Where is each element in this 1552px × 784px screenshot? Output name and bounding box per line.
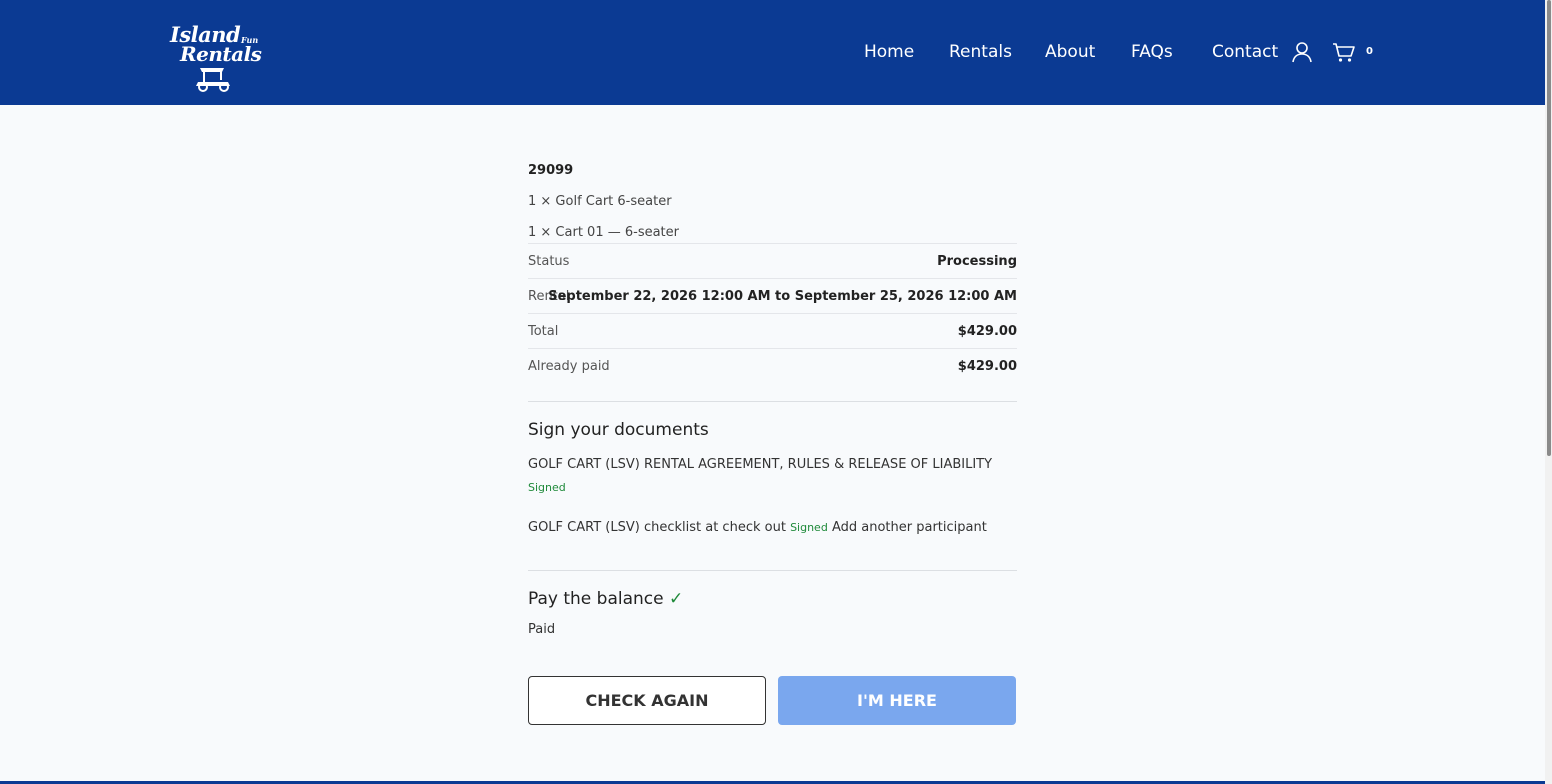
user-icon[interactable] (1291, 41, 1313, 63)
nav-rentals[interactable]: Rentals (949, 42, 1012, 62)
checkmark-icon: ✓ (669, 589, 684, 609)
nav-home[interactable]: Home (864, 42, 914, 62)
golf-cart-icon (196, 68, 230, 92)
section-divider (528, 570, 1017, 571)
payment-status: Paid (528, 622, 556, 637)
detail-row-total: Total $429.00 (528, 313, 1017, 348)
site-logo[interactable]: Island Fun Rentals (166, 22, 262, 94)
document-name: GOLF CART (LSV) RENTAL AGREEMENT, RULES … (528, 457, 993, 472)
logo-text-line2: Rentals (180, 42, 262, 66)
detail-row-status: Status Processing (528, 243, 1017, 278)
line-item: 1 × Cart 01 — 6-seater (528, 225, 679, 240)
payment-title: Pay the balance (528, 589, 664, 609)
detail-label: Total (528, 324, 559, 339)
check-again-button[interactable]: CHECK AGAIN (528, 676, 766, 725)
nav-faqs[interactable]: FAQs (1131, 42, 1173, 62)
scrollbar-thumb[interactable] (1547, 0, 1551, 456)
signed-badge: Signed (790, 521, 828, 534)
detail-label: Already paid (528, 359, 610, 374)
already-paid-value: $429.00 (957, 359, 1017, 374)
nav-contact[interactable]: Contact (1212, 42, 1278, 62)
site-header: Island Fun Rentals Home Rentals About FA… (0, 0, 1545, 105)
cart-count-badge: 0 (1366, 46, 1373, 57)
add-participant-link[interactable]: Add another participant (832, 520, 987, 535)
rental-period-value: September 22, 2026 12:00 AM to September… (548, 289, 1017, 304)
document-item[interactable]: GOLF CART (LSV) RENTAL AGREEMENT, RULES … (528, 457, 992, 472)
status-value: Processing (937, 254, 1017, 269)
section-divider (528, 401, 1017, 402)
total-value: $429.00 (957, 324, 1017, 339)
document-item: GOLF CART (LSV) checklist at check out S… (528, 520, 987, 535)
order-number: 29099 (528, 163, 574, 178)
document-name[interactable]: GOLF CART (LSV) checklist at check out (528, 520, 786, 535)
documents-heading: Sign your documents (528, 420, 709, 440)
im-here-button[interactable]: I'M HERE (778, 676, 1016, 725)
line-item: 1 × Golf Cart 6-seater (528, 194, 672, 209)
detail-label: Status (528, 254, 570, 269)
detail-row-already-paid: Already paid $429.00 (528, 348, 1017, 383)
document-status: Signed (528, 480, 566, 495)
cart-icon[interactable] (1332, 42, 1356, 64)
payment-heading: Pay the balance ✓ (528, 589, 683, 609)
signed-badge: Signed (528, 481, 566, 494)
detail-row-rental: Rental September 22, 2026 12:00 AM to Se… (528, 278, 1017, 313)
nav-about[interactable]: About (1045, 42, 1095, 62)
